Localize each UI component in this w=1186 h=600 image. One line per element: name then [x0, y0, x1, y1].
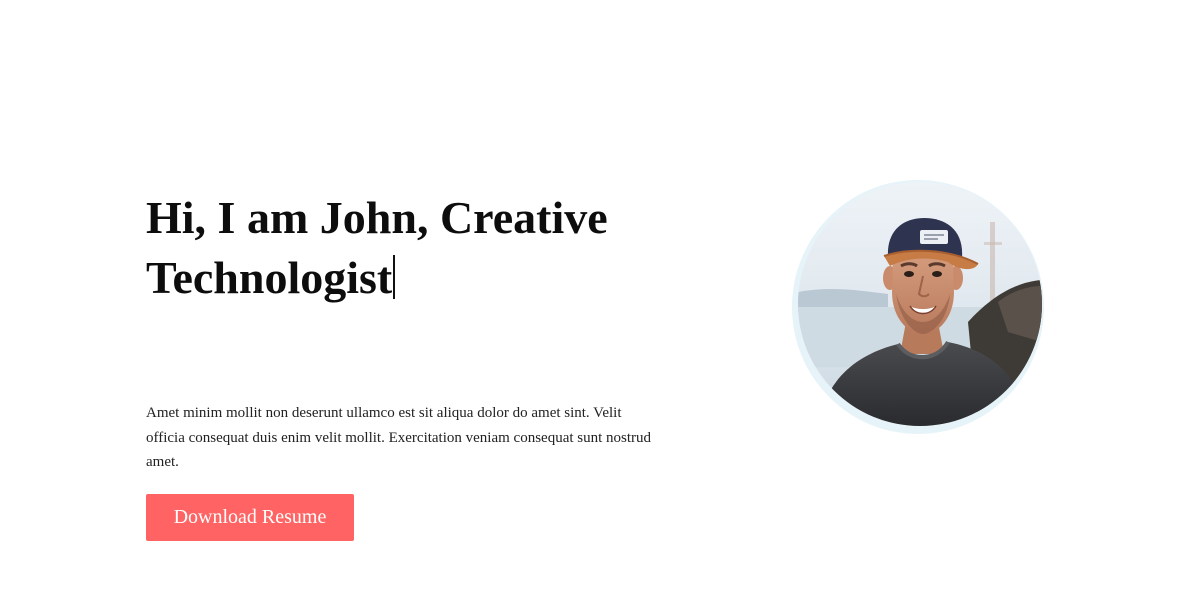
text-caret [393, 255, 396, 299]
download-resume-button[interactable]: Download Resume [146, 494, 354, 541]
hero-title-text: Hi, I am John, Creative Technologist [146, 192, 608, 303]
avatar [798, 182, 1042, 426]
hero-description: Amet minim mollit non deserunt ullamco e… [146, 405, 652, 470]
hero-section: Hi, I am John, Creative Technologist Ame… [0, 0, 1186, 600]
hero-title: Hi, I am John, Creative Technologist [146, 188, 706, 308]
portrait-photo-icon [798, 182, 1042, 426]
